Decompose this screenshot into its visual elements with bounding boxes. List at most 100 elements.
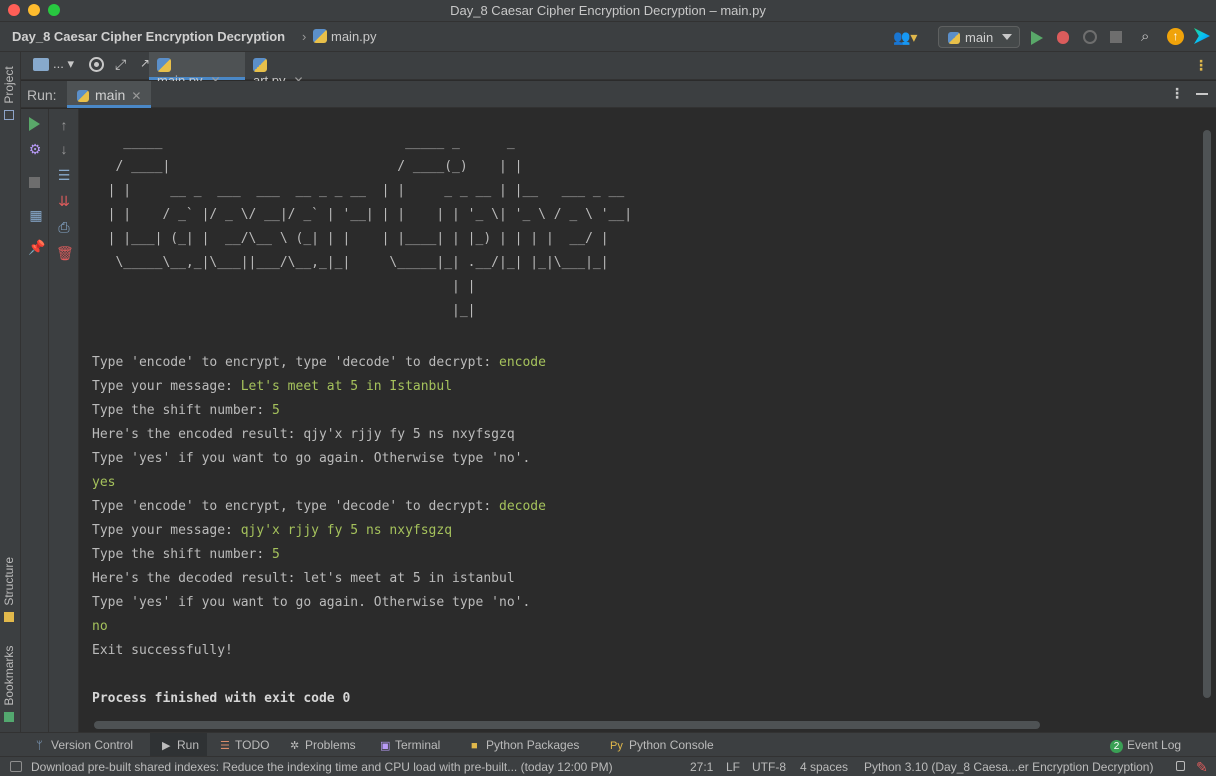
console-prompt-text: Type your message: [92,523,241,538]
status-message[interactable]: Download pre-built shared indexes: Reduc… [31,760,613,774]
minimize-icon[interactable] [1196,93,1208,95]
tab-main-py[interactable]: main.py✕ [149,52,245,88]
project-tool-window-tab[interactable]: Project [2,60,16,120]
console-toolbar: ↑ ↓ ☰ ⇊ ⎙ 🗑 [49,109,79,732]
terminal-icon: ▣ [380,740,391,752]
rerun-icon[interactable] [29,117,40,131]
event-count-badge: 2 [1110,740,1123,753]
console-prompt-text: Type 'yes' if you want to go again. Othe… [92,595,531,610]
console-prompt-text: Type your message: [92,379,241,394]
scroll-to-end-icon[interactable]: ⇊ [56,193,72,209]
code-with-me-icon[interactable]: 👥▾ [893,29,917,46]
bottom-tool-window-bar: ᛘ Version Control ▶ Run ☰ TODO ✲ Problems ▣ T… [0,732,1216,757]
debug-button[interactable] [1057,31,1069,44]
console-line: Exit successfully! [92,639,546,663]
ascii-art-line: _____ _____ _ _ [92,135,515,150]
arrow-down-icon[interactable]: ↓ [56,141,72,157]
structure-tool-window-tab[interactable]: Structure [2,550,16,622]
lock-icon[interactable] [1176,761,1185,771]
expand-all-icon[interactable]: ⤢ [115,56,126,73]
line-separator[interactable]: LF [726,760,740,774]
breadcrumb-file-label: main.py [331,29,377,44]
ascii-art-line: | | __ _ ___ ___ __ _ _ __ | | _ _ __ | … [92,183,625,198]
more-options-icon[interactable]: ⋮ [1194,57,1208,74]
terminal-tab[interactable]: ▣ Terminal [380,738,440,752]
play-icon: ▶ [162,740,171,752]
tab-art-py[interactable]: art.py✕ [245,52,329,88]
settings-gear-icon[interactable]: ⚙ [27,141,43,157]
structure-icon [4,612,14,622]
pin-icon[interactable]: 📌 [28,239,45,255]
console-user-input: yes [92,475,116,490]
project-tab-label: Project [2,66,16,104]
ascii-art-line: | | [92,279,476,294]
run-toolbar: ⚙ ▦ 📌 [21,109,49,732]
console-line: Here's the decoded result: let's meet at… [92,567,546,591]
run-tool-tab[interactable]: ▶ Run [150,733,208,757]
python-file-icon [157,58,171,72]
more-options-icon[interactable]: ⋮ [1170,85,1184,102]
console-user-input: Let's meet at 5 in Istanbul [240,379,453,394]
indent-setting[interactable]: 4 spaces [800,760,848,774]
bookmarks-tool-window-tab[interactable]: Bookmarks [2,640,16,722]
event-log-tab[interactable]: 2 Event Log [1110,738,1181,753]
python-packages-tab[interactable]: ■ Python Packages [471,738,579,752]
run-button[interactable] [1031,31,1043,45]
python-console-tab[interactable]: Py Python Console [610,738,714,752]
run-tab-main[interactable]: main ✕ [67,81,152,108]
bookmark-icon [4,712,14,722]
python-icon [77,90,89,102]
notification-icon[interactable] [10,761,22,772]
console-output[interactable]: _____ _____ _ _ / ____| / ____(_) | | | … [80,109,1200,718]
console-prompt-text: Here's the decoded result: let's meet at… [92,571,515,586]
console-prompt-text: Type 'encode' to encrypt, type 'decode' … [92,499,499,514]
bookmarks-tab-label: Bookmarks [2,645,16,706]
file-encoding[interactable]: UTF-8 [752,760,786,774]
jetbrains-logo-icon[interactable] [1194,28,1210,44]
console-line: Type your message: qjy'x rjjy fy 5 ns nx… [92,519,546,543]
version-control-label: Version Control [51,738,134,752]
search-everywhere-icon[interactable]: ⌕ [1141,28,1157,45]
run-tab-label: main [95,87,126,103]
select-opened-file-icon[interactable] [89,57,104,72]
updates-icon[interactable]: ↑ [1167,28,1184,45]
run-configuration-dropdown[interactable]: main [938,26,1020,48]
close-tab-icon[interactable]: ✕ [131,89,141,103]
print-icon[interactable]: ⎙ [56,219,72,235]
structure-tab-label: Structure [2,556,16,606]
problems-label: Problems [305,738,356,752]
console-prompt-text: Exit successfully! [92,643,233,658]
arrow-up-icon[interactable]: ↑ [56,117,72,133]
layout-icon[interactable]: ▦ [28,207,44,223]
breadcrumb-project[interactable]: Day_8 Caesar Cipher Encryption Decryptio… [12,29,285,44]
terminal-label: Terminal [395,738,441,752]
console-line: Here's the encoded result: qjy'x rjjy fy… [92,423,546,447]
console-user-input: qjy'x rjjy fy 5 ns nxyfsgzq [240,523,453,538]
python-icon [948,32,960,44]
console-line: Type your message: Let's meet at 5 in Is… [92,375,546,399]
breadcrumb-file[interactable]: main.py [313,29,377,44]
console-prompt-text: Type 'encode' to encrypt, type 'decode' … [92,355,499,370]
stop-button[interactable] [1110,31,1122,43]
branch-icon: ᛘ [36,740,43,752]
left-tool-window-stripe: Project Structure Bookmarks [0,52,21,732]
ascii-art-line: / ____| / ____(_) | | [92,159,523,174]
console-prompt-text: Type 'yes' if you want to go again. Othe… [92,451,531,466]
trash-icon[interactable]: 🗑 [56,245,74,261]
python-interpreter[interactable]: Python 3.10 (Day_8 Caesa...er Encryption… [864,760,1153,774]
vertical-scrollbar[interactable] [1203,130,1211,698]
todo-tab[interactable]: ☰ TODO [220,738,269,752]
project-view-dropdown[interactable]: ... ▾ [53,56,74,72]
soft-wrap-icon[interactable]: ☰ [56,167,72,183]
problems-tab[interactable]: ✲ Problems [290,738,356,752]
version-control-tab[interactable]: ᛘ Version Control [36,738,133,752]
run-tool-window-header: Run: main ✕ ⋮ [21,81,1216,108]
run-with-coverage-button[interactable] [1083,30,1097,44]
horizontal-scrollbar[interactable] [94,721,1040,729]
caret-position[interactable]: 27:1 [690,760,713,774]
breadcrumb-separator: › [302,29,307,44]
folder-icon[interactable] [33,58,49,71]
ascii-art-line: \_____\__,_|\___||___/\__,_|_| \_____|_|… [92,255,609,270]
stop-icon[interactable] [29,177,40,188]
warning-icon[interactable]: ✎ [1196,759,1208,776]
